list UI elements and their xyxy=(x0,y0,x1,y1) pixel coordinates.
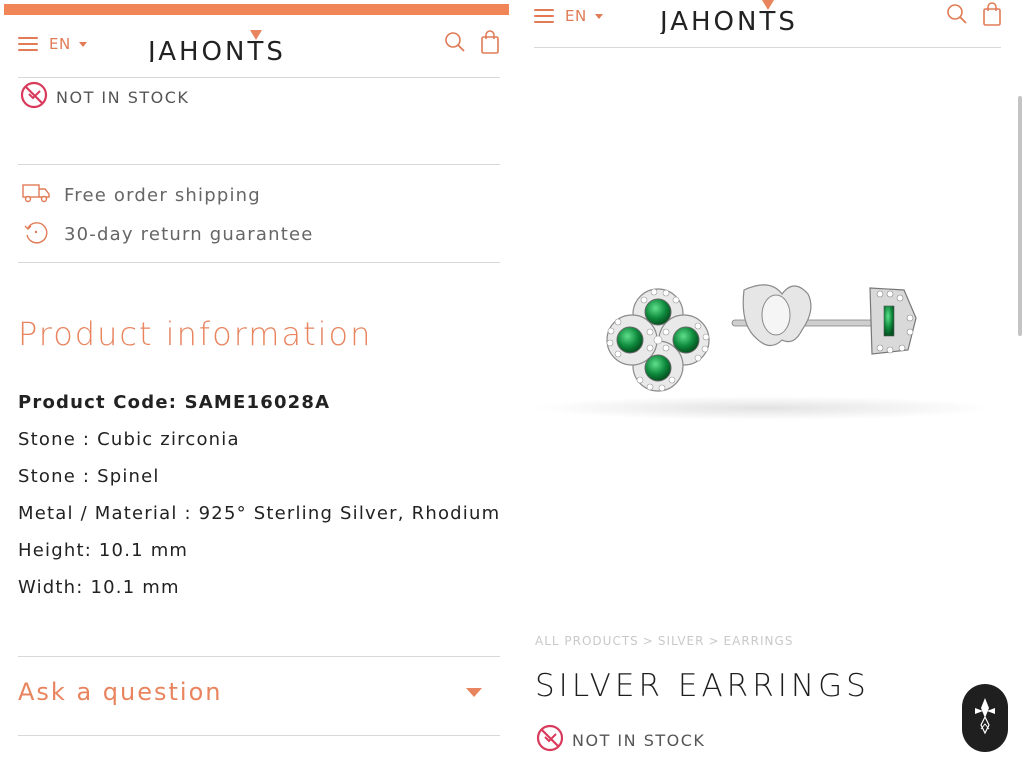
breadcrumb: ALL PRODUCTS > SILVER > EARRINGS xyxy=(535,634,793,648)
benefit-shipping: Free order shipping xyxy=(22,182,261,208)
divider xyxy=(18,164,500,165)
product-information-title: Product information xyxy=(18,315,373,353)
benefit-label: 30-day return guarantee xyxy=(64,223,314,245)
scrollbar[interactable] xyxy=(1018,96,1022,336)
logo[interactable]: JAHONTS xyxy=(660,0,884,34)
spec-row: Metal / Material : 925° Sterling Silver,… xyxy=(18,503,501,524)
logo-text: JAHONTS xyxy=(660,7,798,34)
chevron-down-icon xyxy=(78,41,87,47)
return-icon xyxy=(22,220,50,248)
breadcrumb-separator: > xyxy=(708,634,720,648)
header-actions xyxy=(444,30,500,54)
product-title: SILVER EARRINGS xyxy=(535,668,870,704)
site-header: EN JAHONTS xyxy=(534,0,1002,36)
shopping-bag-icon[interactable] xyxy=(982,2,1002,26)
divider xyxy=(18,735,500,736)
right-pane: EN JAHONTS ALL PRODUCTS > SILVER > EARRI… xyxy=(512,0,1024,768)
divider xyxy=(18,656,500,657)
language-label: EN xyxy=(49,35,71,53)
truck-icon xyxy=(22,182,50,208)
divider xyxy=(18,262,500,263)
benefit-label: Free order shipping xyxy=(64,184,261,206)
not-in-stock-icon xyxy=(536,724,564,756)
chevron-down-icon xyxy=(466,687,482,697)
spec-row: Stone : Cubic zirconia xyxy=(18,429,240,450)
stock-status-label: NOT IN STOCK xyxy=(56,87,190,107)
stock-status-label: NOT IN STOCK xyxy=(572,730,706,750)
shopping-bag-icon[interactable] xyxy=(480,30,500,54)
breadcrumb-item-silver[interactable]: SILVER xyxy=(658,634,705,648)
chat-assistant-icon xyxy=(970,695,1000,741)
menu-icon[interactable] xyxy=(534,9,554,23)
site-header: EN JAHONTS xyxy=(18,24,500,64)
logo-mark: JAHONTS xyxy=(660,0,798,34)
header-actions xyxy=(946,2,1002,26)
ask-question-toggle[interactable]: Ask a question xyxy=(18,678,482,706)
language-selector[interactable]: EN xyxy=(49,35,87,53)
product-image[interactable] xyxy=(512,170,1024,470)
breadcrumb-separator: > xyxy=(642,634,654,648)
logo-mark: JAHONTS xyxy=(148,30,286,62)
benefit-returns: 30-day return guarantee xyxy=(22,220,314,248)
spec-row: Height: 10.1 mm xyxy=(18,540,189,561)
divider xyxy=(18,77,500,78)
stock-status: NOT IN STOCK xyxy=(536,724,705,756)
search-icon[interactable] xyxy=(946,3,968,25)
scroll-progress-bar xyxy=(4,4,509,15)
ask-question-label: Ask a question xyxy=(18,678,223,706)
product-code: Product Code: SAME16028A xyxy=(18,392,331,413)
search-icon[interactable] xyxy=(444,31,466,53)
spec-row: Width: 10.1 mm xyxy=(18,577,180,598)
breadcrumb-item-earrings[interactable]: EARRINGS xyxy=(724,634,794,648)
language-selector[interactable]: EN xyxy=(565,7,603,25)
chat-button[interactable] xyxy=(962,684,1008,752)
not-in-stock-icon xyxy=(20,81,48,113)
left-pane: EN JAHONTS NOT IN STOCK Free order shipp… xyxy=(0,0,512,768)
menu-icon[interactable] xyxy=(18,37,38,51)
spec-row: Stone : Spinel xyxy=(18,466,160,487)
logo[interactable]: JAHONTS xyxy=(148,28,372,62)
chevron-down-icon xyxy=(594,13,603,19)
stock-status: NOT IN STOCK xyxy=(20,81,189,113)
logo-text: JAHONTS xyxy=(148,37,286,62)
breadcrumb-item-all-products[interactable]: ALL PRODUCTS xyxy=(535,634,639,648)
divider xyxy=(534,47,1001,48)
language-label: EN xyxy=(565,7,587,25)
